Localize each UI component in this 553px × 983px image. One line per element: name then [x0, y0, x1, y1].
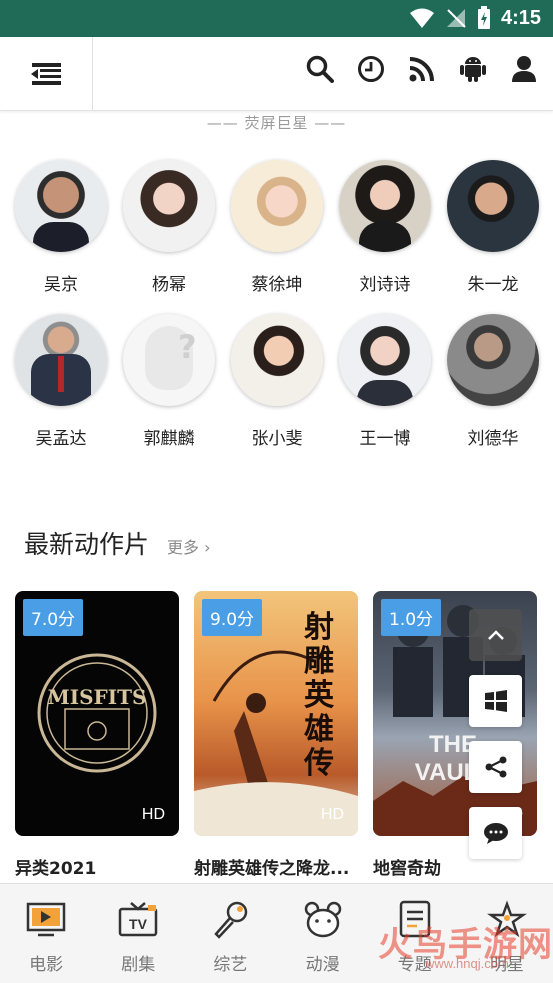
star-name: 蔡徐坤	[251, 275, 303, 295]
star-name: 吴孟达	[35, 429, 87, 449]
avatar	[339, 314, 431, 406]
history-button[interactable]	[356, 54, 386, 84]
chevron-up-icon	[487, 630, 504, 640]
quality-tag: HD	[320, 806, 344, 823]
user-button[interactable]	[509, 54, 539, 84]
poster-text: 射雕英雄传	[304, 610, 334, 781]
stars-section-title: —— 荧屏巨星 ——	[206, 114, 347, 132]
nav-label: 动漫	[305, 955, 340, 975]
share-button[interactable]	[469, 741, 522, 793]
avatar	[447, 160, 539, 252]
anime-icon	[301, 898, 345, 942]
rating-badge: 7.0分	[23, 599, 84, 636]
movie-card[interactable]: 射雕英雄传 9.0分 HD 射雕英雄传之降龙...	[194, 591, 358, 879]
avatar	[231, 314, 323, 406]
star-item[interactable]: 杨幂	[114, 160, 224, 295]
movie-poster: MISFITS 7.0分 HD	[15, 591, 179, 836]
comment-button[interactable]	[469, 807, 522, 859]
star-item[interactable]: 朱一龙	[438, 160, 548, 295]
avatar	[231, 160, 323, 252]
poster-text: MISFITS	[47, 685, 147, 709]
microphone-icon	[208, 898, 252, 942]
windows-button[interactable]	[469, 675, 522, 727]
wifi-icon	[409, 8, 434, 28]
watermark-url: www.hnqj.com	[425, 956, 509, 971]
avatar: ?	[123, 314, 215, 406]
search-button[interactable]	[305, 54, 335, 84]
status-time: 4:15	[500, 6, 541, 29]
star-item[interactable]: ? 郭麒麟	[114, 314, 224, 449]
avatar	[447, 314, 539, 406]
star-name: 王一博	[359, 429, 411, 449]
star-item[interactable]: 吴京	[6, 160, 116, 295]
star-name: 张小斐	[251, 429, 303, 449]
nav-label: 电影	[29, 955, 64, 975]
star-item[interactable]: 刘德华	[438, 314, 548, 449]
history-icon	[358, 56, 384, 82]
share-icon	[485, 756, 506, 778]
rating-badge: 9.0分	[202, 599, 263, 636]
comment-icon	[483, 823, 508, 844]
star-item[interactable]: 王一博	[330, 314, 440, 449]
header-actions	[305, 54, 539, 84]
nav-item-movie[interactable]: 电影	[0, 884, 92, 983]
star-name: 刘诗诗	[359, 275, 411, 295]
rss-button[interactable]	[407, 54, 437, 84]
nav-label: 综艺	[213, 955, 248, 975]
star-item[interactable]: 吴孟达	[6, 314, 116, 449]
star-item[interactable]: 张小斐	[222, 314, 332, 449]
chevron-right-icon: ›	[204, 538, 211, 557]
windows-icon	[484, 690, 507, 712]
scroll-top-button[interactable]	[469, 609, 522, 661]
avatar	[15, 314, 107, 406]
star-row: 吴孟达 ? 郭麒麟 张小斐 王一博 刘德华	[0, 314, 553, 464]
tv-icon: TV	[116, 898, 160, 942]
signal-icon	[446, 9, 466, 28]
star-item[interactable]: 蔡徐坤	[222, 160, 332, 295]
android-button[interactable]	[458, 54, 488, 84]
star-name: 朱一龙	[467, 275, 519, 295]
menu-button[interactable]	[0, 37, 93, 111]
nav-item-anime[interactable]: 动漫	[277, 884, 369, 983]
movie-section-header: 最新动作片 更多 ›	[24, 525, 211, 561]
movie-section-title: 最新动作片	[24, 530, 150, 559]
star-name: 郭麒麟	[143, 429, 195, 449]
rss-icon	[409, 57, 434, 82]
star-name: 吴京	[44, 275, 78, 295]
avatar	[339, 160, 431, 252]
star-item[interactable]: 刘诗诗	[330, 160, 440, 295]
movie-poster: 射雕英雄传 9.0分 HD	[194, 591, 358, 836]
status-bar: 4:15	[0, 0, 553, 37]
nav-label: 剧集	[121, 955, 156, 975]
star-row: 吴京 杨幂 蔡徐坤 刘诗诗 朱一龙	[0, 160, 553, 310]
more-link[interactable]: 更多 ›	[167, 534, 211, 558]
star-name: 刘德华	[467, 429, 519, 449]
user-icon	[512, 56, 536, 82]
svg-text:TV: TV	[129, 916, 148, 932]
nav-item-variety[interactable]: 综艺	[184, 884, 276, 983]
rating-badge: 1.0分	[381, 599, 442, 636]
menu-icon	[31, 63, 61, 85]
search-icon	[306, 55, 334, 83]
movie-title: 异类2021	[15, 859, 97, 879]
avatar	[123, 160, 215, 252]
android-icon	[460, 57, 486, 82]
status-icons: 4:15	[409, 6, 541, 30]
app-header	[0, 37, 553, 111]
movie-card[interactable]: MISFITS 7.0分 HD 异类2021	[15, 591, 179, 879]
quality-tag: HD	[141, 806, 165, 823]
movie-icon	[24, 898, 68, 942]
battery-icon	[477, 6, 490, 29]
more-link-label: 更多	[167, 538, 200, 557]
star-name: 杨幂	[152, 275, 186, 295]
nav-item-series[interactable]: TV 剧集	[92, 884, 184, 983]
avatar	[15, 160, 107, 252]
movie-title: 射雕英雄传之降龙...	[194, 859, 350, 879]
